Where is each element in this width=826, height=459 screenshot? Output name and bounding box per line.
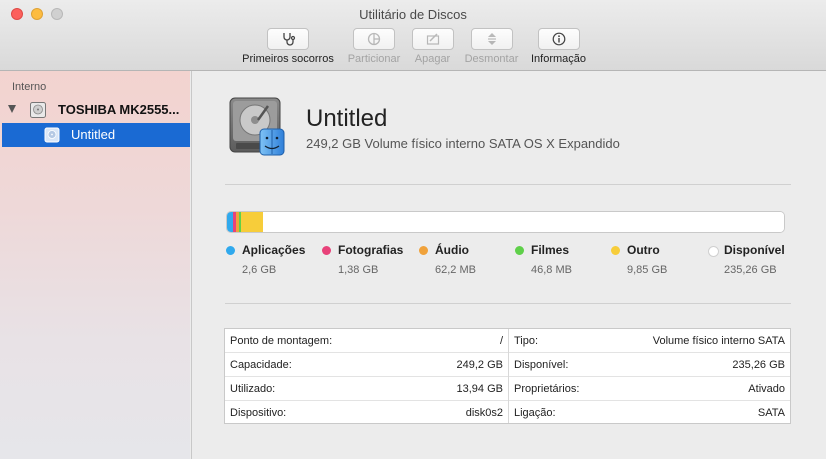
info-key: Utilizado: xyxy=(230,383,276,395)
partition-icon xyxy=(367,32,381,46)
sidebar-section-internal: Interno xyxy=(12,81,47,93)
info-row: Ponto de montagem: / xyxy=(225,329,508,353)
erase-button[interactable]: Apagar xyxy=(411,28,454,65)
info-key: Ligação: xyxy=(514,407,556,419)
sidebar-item-disk[interactable]: TOSHIBA MK2555... xyxy=(0,98,190,122)
info-value: SATA xyxy=(757,407,785,419)
legend-color-dot xyxy=(226,246,235,255)
info-value: 13,94 GB xyxy=(456,383,503,395)
info-value: Ativado xyxy=(748,383,785,395)
unmount-label: Desmontar xyxy=(464,53,519,65)
info-key: Capacidade: xyxy=(230,359,292,371)
legend-color-dot xyxy=(708,246,719,257)
info-key: Dispositivo: xyxy=(230,407,287,419)
info-table: Ponto de montagem: / Capacidade: 249,2 GB … xyxy=(224,328,791,424)
unmount-icon xyxy=(487,33,496,45)
legend-color-dot xyxy=(515,246,524,255)
usage-segment xyxy=(241,212,264,232)
first-aid-label: Primeiros socorros xyxy=(242,53,334,65)
legend-name: Aplicações xyxy=(242,243,306,257)
info-row: Tipo: Volume físico interno SATA xyxy=(509,329,790,353)
info-key: Ponto de montagem: xyxy=(230,335,333,347)
info-key: Disponível: xyxy=(514,359,569,371)
legend-color-dot xyxy=(611,246,620,255)
volume-icon xyxy=(44,127,60,143)
info-column-left: Ponto de montagem: / Capacidade: 249,2 GB … xyxy=(225,329,509,423)
divider xyxy=(225,303,791,304)
info-value: 235,26 GB xyxy=(732,359,785,371)
first-aid-button[interactable]: Primeiros socorros xyxy=(239,28,337,65)
legend-value: 2,6 GB xyxy=(242,264,277,276)
hard-disk-icon xyxy=(30,102,46,118)
legend-name: Áudio xyxy=(435,243,469,257)
window-title: Utilitário de Discos xyxy=(359,7,467,22)
info-row: Disponível: 235,26 GB xyxy=(509,353,790,377)
legend-value: 9,85 GB xyxy=(627,264,668,276)
legend-value: 235,26 GB xyxy=(724,264,777,276)
unmount-button[interactable]: Desmontar xyxy=(462,28,521,65)
info-row: Dispositivo: disk0s2 xyxy=(225,401,508,425)
info-row: Utilizado: 13,94 GB xyxy=(225,377,508,401)
title-bar: Utilitário de Discos Primeiros socorros xyxy=(0,0,826,71)
sidebar-item-volume[interactable]: Untitled xyxy=(2,123,190,147)
legend-name: Outro xyxy=(627,243,660,257)
stethoscope-icon xyxy=(283,33,296,46)
info-value: / xyxy=(499,335,503,347)
info-value: 249,2 GB xyxy=(456,359,503,371)
legend-color-dot xyxy=(322,246,331,255)
partition-button[interactable]: Particionar xyxy=(345,28,403,65)
volume-title: Untitled xyxy=(306,105,388,132)
info-row: Proprietários: Ativado xyxy=(509,377,790,401)
partition-label: Particionar xyxy=(347,53,401,65)
disclosure-triangle-icon[interactable] xyxy=(8,105,16,113)
divider xyxy=(225,184,791,185)
usage-segment xyxy=(263,212,784,232)
legend-color-dot xyxy=(419,246,428,255)
info-value: Volume físico interno SATA xyxy=(652,335,785,347)
legend-name: Disponível xyxy=(724,243,785,257)
sidebar-volume-name: Untitled xyxy=(71,127,116,142)
info-key: Proprietários: xyxy=(514,383,580,395)
info-column-right: Tipo: Volume físico interno SATA Disponív… xyxy=(509,329,790,423)
info-row: Capacidade: 249,2 GB xyxy=(225,353,508,377)
volume-large-icon xyxy=(229,97,285,156)
info-value: disk0s2 xyxy=(465,407,503,419)
erase-icon xyxy=(426,33,439,45)
info-button[interactable]: Informação xyxy=(528,28,589,65)
info-icon xyxy=(552,32,565,46)
volume-subtitle: 249,2 GB Volume físico interno SATA OS X… xyxy=(306,136,620,151)
sidebar-disk-name: TOSHIBA MK2555... xyxy=(58,102,180,117)
legend-value: 62,2 MB xyxy=(435,264,476,276)
usage-bar xyxy=(226,211,785,233)
info-row: Ligação: SATA xyxy=(509,401,790,425)
main-panel: Untitled 249,2 GB Volume físico interno … xyxy=(191,71,826,459)
erase-label: Apagar xyxy=(414,53,451,65)
legend-name: Fotografias xyxy=(338,243,404,257)
legend-value: 1,38 GB xyxy=(338,264,379,276)
info-label: Informação xyxy=(530,53,587,65)
legend-value: 46,8 MB xyxy=(531,264,572,276)
disk-utility-window: Utilitário de Discos Primeiros socorros xyxy=(0,0,826,459)
info-key: Tipo: xyxy=(514,335,539,347)
sidebar: Interno TOSHIBA MK2555... Untitled xyxy=(0,71,190,459)
legend-name: Filmes xyxy=(531,243,570,257)
